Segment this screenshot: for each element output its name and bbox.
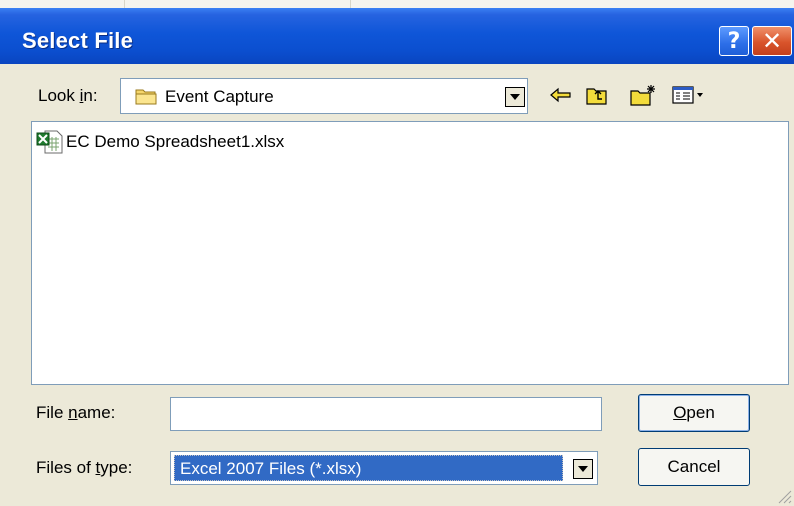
title-bar[interactable]: Select File ? ✕ <box>0 8 794 64</box>
excel-file-icon <box>36 130 63 154</box>
create-new-folder-icon[interactable] <box>628 82 660 108</box>
view-menu-icon[interactable] <box>671 82 707 108</box>
help-icon: ? <box>727 28 741 54</box>
help-button[interactable]: ? <box>719 26 749 56</box>
folder-icon <box>135 89 157 105</box>
files-of-type-dropdown-button[interactable] <box>573 459 593 479</box>
files-of-type-combo[interactable]: Excel 2007 Files (*.xlsx) <box>170 451 598 485</box>
file-name-input[interactable] <box>170 397 602 431</box>
file-name: EC Demo Spreadsheet1.xlsx <box>66 132 285 151</box>
resize-grip-icon[interactable] <box>776 488 792 504</box>
list-item[interactable]: EC Demo Spreadsheet1.xlsx <box>36 130 284 154</box>
file-list[interactable]: EC Demo Spreadsheet1.xlsx <box>31 121 789 385</box>
look-in-value: Event Capture <box>165 87 274 106</box>
look-in-dropdown-button[interactable] <box>505 87 525 107</box>
close-icon: ✕ <box>761 27 783 55</box>
look-in-label: Look in: <box>38 86 98 105</box>
back-arrow-icon[interactable] <box>548 82 574 108</box>
strip-divider <box>350 0 351 8</box>
dialog-title: Select File <box>22 28 134 53</box>
chevron-down-icon <box>510 94 520 100</box>
up-one-level-icon[interactable] <box>584 82 610 108</box>
strip-divider <box>124 0 125 8</box>
files-of-type-selection: Excel 2007 Files (*.xlsx) <box>174 455 563 481</box>
chevron-down-icon <box>578 466 588 472</box>
cancel-button[interactable]: Cancel <box>638 448 750 486</box>
look-in-combo[interactable]: Event Capture <box>120 78 528 114</box>
file-name-label: File name: <box>36 403 116 422</box>
files-of-type-value: Excel 2007 Files (*.xlsx) <box>180 459 362 478</box>
files-of-type-label: Files of type: <box>36 458 133 477</box>
top-strip <box>0 0 794 8</box>
close-button[interactable]: ✕ <box>752 26 792 56</box>
open-button[interactable]: Open <box>638 394 750 432</box>
